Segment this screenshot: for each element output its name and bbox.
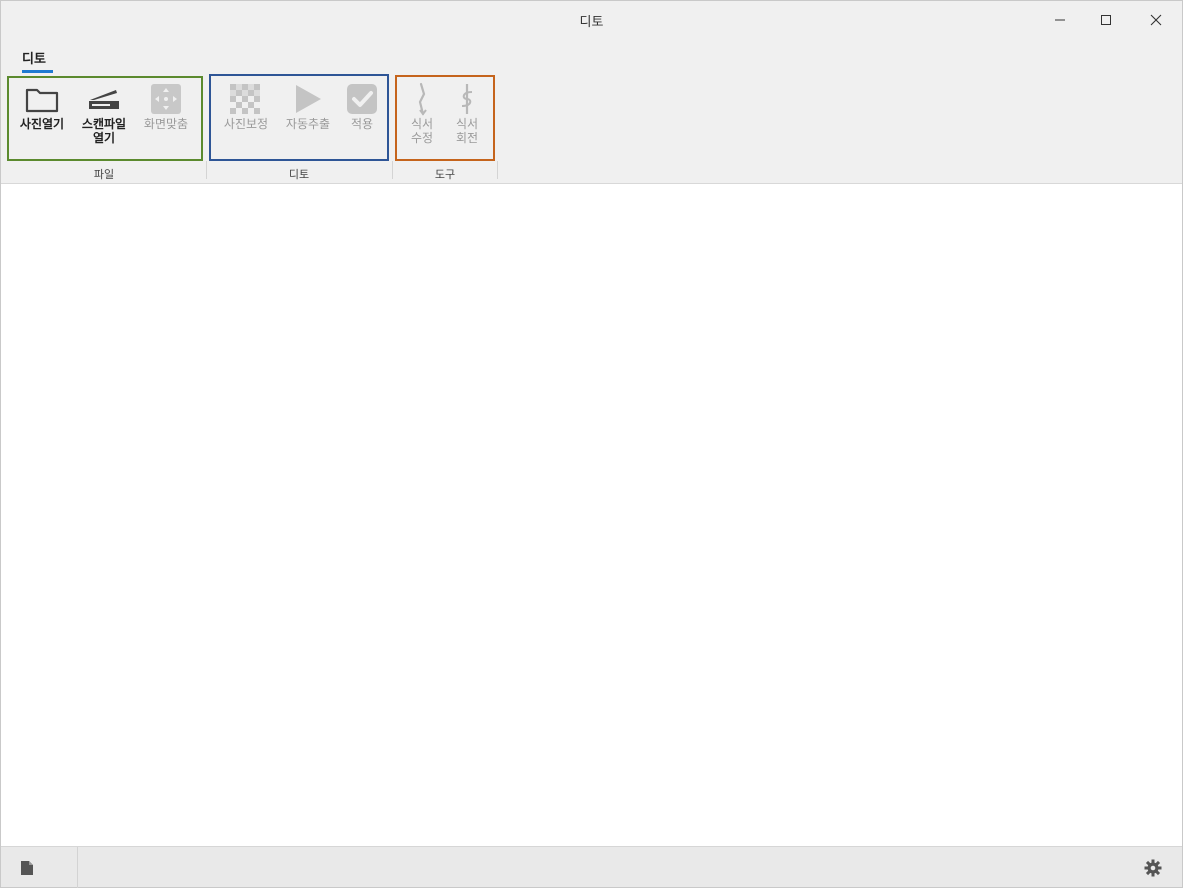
rotate-grain-button[interactable]: 식서 회전 [447, 81, 487, 145]
maximize-button[interactable] [1083, 5, 1129, 35]
fit-screen-label: 화면맞춤 [143, 117, 189, 131]
close-button[interactable] [1133, 5, 1179, 35]
edit-grain-icon [418, 82, 427, 116]
edit-grain-button[interactable]: 식서 수정 [402, 81, 442, 145]
auto-extract-button[interactable]: 자동추출 [278, 81, 338, 131]
title-bar: 디토 [1, 1, 1182, 39]
play-icon [296, 85, 321, 113]
scanner-icon [89, 90, 119, 109]
tab-dito[interactable]: 디토 [22, 48, 46, 67]
minimize-button[interactable] [1037, 5, 1083, 35]
status-bar [1, 846, 1182, 888]
fit-screen-button[interactable]: 화면맞춤 [136, 81, 196, 131]
apply-label: 적용 [350, 117, 374, 131]
photo-correction-label: 사진보정 [223, 117, 269, 131]
app-window: 디토 디토 사진열기 스캔파일 열기 화면맞춤 사진보정 자동추출 적용 식서 … [0, 0, 1183, 888]
ribbon: 디토 사진열기 스캔파일 열기 화면맞춤 사진보정 자동추출 적용 식서 수정 … [1, 39, 1182, 184]
group-label-file: 파일 [93, 168, 115, 181]
fit-screen-icon [151, 84, 181, 114]
settings-button[interactable] [1144, 859, 1162, 877]
window-title: 디토 [579, 15, 604, 30]
rotate-grain-icon [461, 84, 473, 114]
open-scan-file-label: 스캔파일 열기 [81, 117, 127, 145]
folder-icon [25, 88, 59, 113]
status-separator [77, 847, 78, 888]
open-photo-label: 사진열기 [19, 117, 65, 131]
apply-button[interactable]: 적용 [340, 81, 384, 131]
auto-extract-label: 자동추출 [285, 117, 331, 131]
gear-icon [1144, 859, 1162, 877]
open-scan-file-button[interactable]: 스캔파일 열기 [73, 81, 135, 145]
group-separator [392, 161, 393, 179]
document-button[interactable] [18, 859, 36, 877]
document-icon [21, 861, 33, 875]
close-icon [1150, 14, 1162, 26]
edit-grain-label: 식서 수정 [410, 117, 434, 145]
open-photo-button[interactable]: 사진열기 [13, 81, 71, 131]
group-separator [497, 161, 498, 179]
group-label-tools: 도구 [434, 168, 456, 181]
photo-correction-button[interactable]: 사진보정 [216, 81, 276, 131]
active-tab-indicator [22, 70, 53, 73]
main-canvas[interactable] [1, 185, 1182, 846]
group-separator [206, 161, 207, 179]
minimize-icon [1055, 19, 1065, 21]
rotate-grain-label: 식서 회전 [455, 117, 479, 145]
group-label-dito: 디토 [288, 168, 310, 181]
check-icon [347, 84, 377, 114]
maximize-icon [1101, 15, 1111, 25]
checkerboard-icon [230, 84, 260, 114]
